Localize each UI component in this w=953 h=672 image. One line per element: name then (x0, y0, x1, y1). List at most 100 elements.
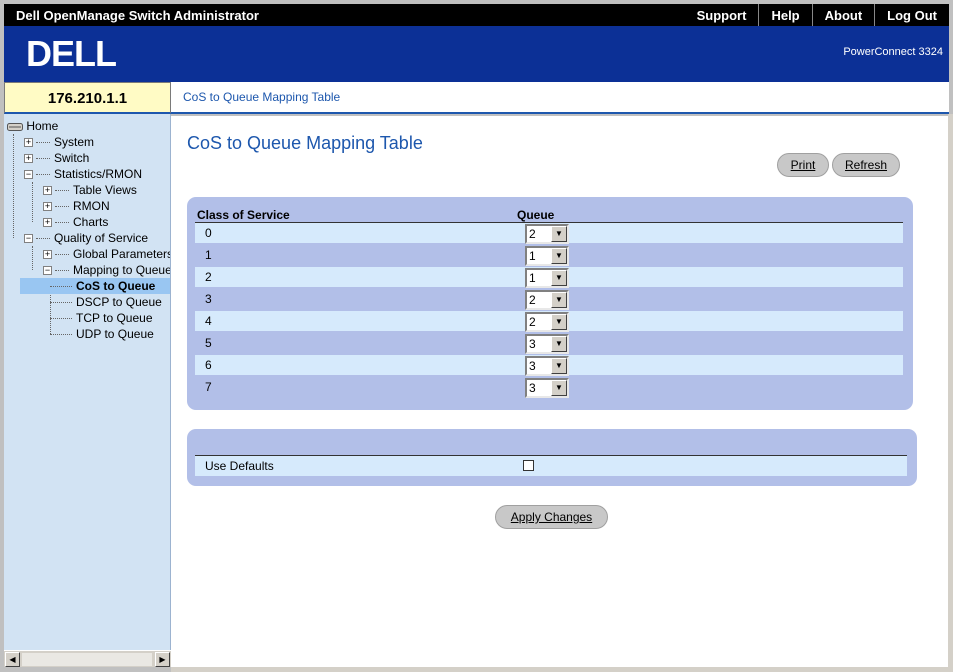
queue-select[interactable]: 2 ▼ (525, 312, 569, 332)
tree-item-global-params[interactable]: + Global Parameters (43, 246, 171, 262)
tree-label: TCP to Queue (76, 311, 153, 325)
model-name: PowerConnect 3324 (843, 46, 943, 58)
expand-icon[interactable]: + (24, 138, 33, 148)
tree-item-udp-to-queue[interactable]: UDP to Queue (50, 326, 154, 342)
window-edge (171, 667, 949, 672)
title-bar: Dell OpenManage Switch Administrator Sup… (4, 4, 949, 26)
expand-icon[interactable]: + (43, 218, 52, 228)
tree-label: Switch (54, 151, 90, 165)
col-header-queue: Queue (517, 208, 555, 222)
expand-icon[interactable]: + (43, 202, 52, 212)
chevron-down-icon[interactable]: ▼ (551, 292, 567, 308)
cos-value: 6 (205, 358, 212, 372)
page-title: CoS to Queue Mapping Table (187, 133, 423, 153)
queue-select[interactable]: 3 ▼ (525, 356, 569, 376)
tree-item-home[interactable]: Home (7, 118, 58, 134)
help-link[interactable]: Help (758, 4, 811, 26)
support-link[interactable]: Support (685, 4, 759, 26)
app-title: Dell OpenManage Switch Administrator (16, 8, 259, 23)
tree-label: System (54, 135, 95, 149)
breadcrumb: CoS to Queue Mapping Table (171, 82, 949, 114)
queue-select[interactable]: 1 ▼ (525, 268, 569, 288)
svg-text:DELL: DELL (26, 35, 116, 71)
table-row: 1 1 ▼ (195, 245, 903, 267)
tree-item-statistics[interactable]: − Statistics/RMON (24, 166, 142, 182)
table-row: 0 2 ▼ (195, 223, 903, 245)
expand-icon[interactable]: + (24, 154, 33, 164)
scroll-right-icon[interactable]: ▶ (155, 652, 170, 667)
tree-line (32, 182, 33, 222)
tree-item-system[interactable]: + System (24, 134, 94, 150)
table-row: 5 3 ▼ (195, 333, 903, 355)
table-row: 4 2 ▼ (195, 311, 903, 333)
collapse-icon[interactable]: − (24, 170, 33, 180)
tree-item-switch[interactable]: + Switch (24, 150, 89, 166)
tree-line (32, 246, 33, 270)
cos-value: 7 (205, 380, 212, 394)
queue-select[interactable]: 1 ▼ (525, 246, 569, 266)
collapse-icon[interactable]: − (24, 234, 33, 244)
tree-label: DSCP to Queue (76, 295, 162, 309)
collapse-icon[interactable]: − (43, 266, 52, 276)
scroll-track[interactable] (22, 653, 152, 666)
queue-select[interactable]: 2 ▼ (525, 290, 569, 310)
tree-line (13, 134, 14, 238)
expand-icon[interactable]: + (43, 250, 52, 260)
tree-item-charts[interactable]: + Charts (43, 214, 108, 230)
main-content: CoS to Queue Mapping Table Print Refresh… (171, 116, 949, 668)
tree-item-table-views[interactable]: + Table Views (43, 182, 137, 198)
chevron-down-icon[interactable]: ▼ (551, 336, 567, 352)
window-edge (948, 114, 953, 672)
tree-item-dscp-to-queue[interactable]: DSCP to Queue (50, 294, 162, 310)
chevron-down-icon[interactable]: ▼ (551, 270, 567, 286)
tree-item-cos-to-queue[interactable]: CoS to Queue (20, 278, 170, 294)
table-row: 7 3 ▼ (195, 377, 903, 399)
use-defaults-label: Use Defaults (205, 459, 274, 473)
tree-label: Global Parameters (73, 247, 171, 261)
defaults-panel: Use Defaults (187, 429, 917, 486)
tree-label: Quality of Service (54, 231, 149, 245)
tree-label: UDP to Queue (76, 327, 154, 341)
table-row: 3 2 ▼ (195, 289, 903, 311)
cos-value: 0 (205, 226, 212, 240)
nav-tree: Home + System + Switch − Statistics/RMON + T… (4, 114, 171, 650)
about-link[interactable]: About (811, 4, 875, 26)
tree-item-mapping[interactable]: − Mapping to Queue (43, 262, 171, 278)
device-ip: 176.210.1.1 (4, 82, 171, 114)
mapping-table-panel: Class of Service Queue 0 2 ▼ 1 1 ▼ 2 1 ▼ 3 … (187, 197, 913, 410)
expand-icon[interactable]: + (43, 186, 52, 196)
banner: DELL PowerConnect 3324 (4, 26, 949, 82)
col-header-cos: Class of Service (197, 208, 290, 222)
refresh-button[interactable]: Refresh (832, 153, 900, 177)
queue-select[interactable]: 3 ▼ (525, 334, 569, 354)
table-row: 2 1 ▼ (195, 267, 903, 289)
tree-horizontal-scrollbar[interactable]: ◀ ▶ (4, 650, 171, 667)
tree-item-tcp-to-queue[interactable]: TCP to Queue (50, 310, 153, 326)
chevron-down-icon[interactable]: ▼ (551, 358, 567, 374)
tree-label: CoS to Queue (76, 279, 156, 293)
scroll-left-icon[interactable]: ◀ (5, 652, 20, 667)
tree-label: Statistics/RMON (54, 167, 143, 181)
queue-select[interactable]: 3 ▼ (525, 378, 569, 398)
queue-select[interactable]: 2 ▼ (525, 224, 569, 244)
apply-changes-button[interactable]: Apply Changes (495, 505, 608, 529)
chevron-down-icon[interactable]: ▼ (551, 380, 567, 396)
tree-label: Table Views (73, 183, 137, 197)
tree-label: Mapping to Queue (73, 263, 171, 277)
computer-icon (7, 122, 23, 131)
table-row: 6 3 ▼ (195, 355, 903, 377)
logout-link[interactable]: Log Out (874, 4, 949, 26)
print-button[interactable]: Print (777, 153, 829, 177)
tree-item-qos[interactable]: − Quality of Service (24, 230, 148, 246)
chevron-down-icon[interactable]: ▼ (551, 314, 567, 330)
cos-value: 4 (205, 314, 212, 328)
tree-label: RMON (73, 199, 110, 213)
chevron-down-icon[interactable]: ▼ (551, 226, 567, 242)
chevron-down-icon[interactable]: ▼ (551, 248, 567, 264)
top-links: Support Help About Log Out (685, 4, 949, 26)
cos-value: 2 (205, 270, 212, 284)
tree-item-rmon[interactable]: + RMON (43, 198, 110, 214)
use-defaults-row: Use Defaults (195, 456, 907, 478)
use-defaults-checkbox[interactable] (523, 460, 534, 471)
tree-label: Home (26, 119, 59, 133)
